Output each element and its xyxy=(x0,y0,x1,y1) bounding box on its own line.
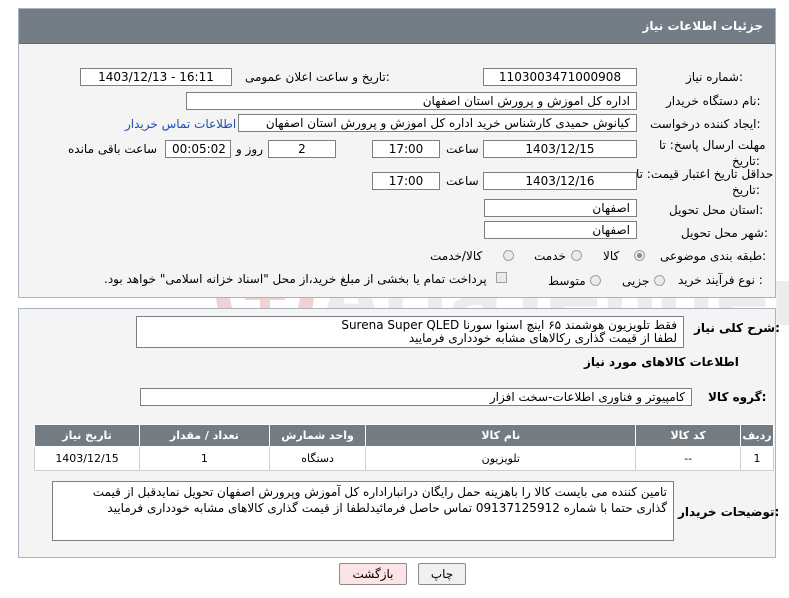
items-table: ردیف کد کالا نام کالا واحد شمارش تعداد /… xyxy=(33,424,774,471)
buyer-contact-link[interactable]: اطلاعات تماس خریدار xyxy=(125,117,236,131)
price-validity-time-label: ساعت xyxy=(446,174,479,188)
table-header-row: ردیف کد کالا نام کالا واحد شمارش تعداد /… xyxy=(33,424,774,447)
goods-group-label: گروه کالا: xyxy=(708,390,767,404)
time-remaining-label: ساعت باقی مانده xyxy=(68,142,158,156)
price-validity-time-field: 17:00 xyxy=(372,172,440,190)
days-remaining-field: 2 xyxy=(268,140,336,158)
purchase-medium-label: متوسط xyxy=(548,274,586,288)
col-unit: واحد شمارش xyxy=(268,424,367,447)
category-goods-service-label: کالا/خدمت xyxy=(430,249,483,263)
description-field: فقط تلویزیون هوشمند ۶۵ اینچ اسنوا سورنا … xyxy=(136,316,684,348)
reply-time-field: 17:00 xyxy=(372,140,440,158)
goods-group-field: کامپیوتر و فناوری اطلاعات-سخت افزار xyxy=(140,388,692,406)
announce-datetime-field: 1403/12/13 - 16:11 xyxy=(80,68,232,86)
category-label: طبقه بندی موضوعی: xyxy=(660,249,767,263)
buyer-notes-label: توضیحات خریدار: xyxy=(678,505,780,519)
delivery-city-field: اصفهان xyxy=(484,221,637,239)
description-label: شرح کلی نیاز: xyxy=(694,321,780,335)
col-row-number: ردیف xyxy=(740,424,774,447)
price-validity-date-field: 1403/12/16 xyxy=(483,172,637,190)
buyer-org-field: اداره کل اموزش و پرورش استان اصفهان xyxy=(186,92,637,110)
days-label: روز و xyxy=(236,142,263,156)
reply-deadline-label: مهلت ارسال پاسخ: تا xyxy=(659,138,766,152)
table-row: 1 -- تلویزیون دستگاه 1 1403/12/15 xyxy=(33,446,774,471)
back-button[interactable]: بازگشت xyxy=(339,563,407,585)
buyer-notes-field: تامین کننده می بایست کالا را باهزینه حمل… xyxy=(52,481,674,541)
reply-time-label: ساعت xyxy=(446,142,479,156)
items-section-title: اطلاعات کالاهای مورد نیاز xyxy=(584,355,739,369)
purchase-type-label: نوع فرآیند خرید : xyxy=(678,273,763,287)
category-goods-service-radio[interactable] xyxy=(503,250,514,261)
panel-titlebar: جزئیات اطلاعات نیاز xyxy=(19,9,775,44)
announce-datetime-label: تاریخ و ساعت اعلان عمومی: xyxy=(245,70,390,84)
print-button[interactable]: چاپ xyxy=(418,563,466,585)
category-goods-radio[interactable] xyxy=(634,250,645,261)
delivery-province-field: اصفهان xyxy=(484,199,637,217)
delivery-city-label: شهر محل تحویل: xyxy=(681,226,768,240)
requester-field: کیانوش حمیدی کارشناس خرید اداره کل اموزش… xyxy=(238,114,637,132)
col-quantity: تعداد / مقدار xyxy=(139,424,270,447)
cell-quantity: 1 xyxy=(139,446,270,471)
time-remaining-field: 00:05:02 xyxy=(165,140,231,158)
purchase-minor-label: جزیی xyxy=(622,274,650,288)
cell-unit: دستگاه xyxy=(268,446,367,471)
category-goods-label: کالا xyxy=(603,249,620,263)
cell-goods-code: -- xyxy=(635,446,742,471)
need-number-field: 1103003471000908 xyxy=(483,68,637,86)
reply-deadline-label-2: تاریخ: xyxy=(732,154,760,168)
purchase-medium-radio[interactable] xyxy=(590,275,601,286)
col-goods-name: نام کالا xyxy=(365,424,637,447)
col-need-date: تاریخ نیاز xyxy=(33,424,141,447)
requester-label: ایجاد کننده درخواست: xyxy=(650,117,761,131)
need-number-label: شماره نیاز: xyxy=(686,70,744,84)
purchase-minor-radio[interactable] xyxy=(654,275,665,286)
price-validity-label-2: تاریخ: xyxy=(732,183,760,197)
delivery-province-label: استان محل تحویل: xyxy=(669,203,764,217)
cell-goods-name: تلویزیون xyxy=(365,446,637,471)
treasury-payment-note: پرداخت تمام یا بخشی از مبلغ خرید،از محل … xyxy=(104,272,487,286)
reply-date-field: 1403/12/15 xyxy=(483,140,637,158)
price-validity-label: حداقل تاریخ اعتبار قیمت: تا xyxy=(636,167,774,181)
description-line-2: لطفا از قیمت گذاری رکالاهای مشابه خوددار… xyxy=(408,331,677,345)
category-service-radio[interactable] xyxy=(571,250,582,261)
buyer-org-label: نام دستگاه خریدار: xyxy=(666,94,761,108)
col-goods-code: کد کالا xyxy=(635,424,742,447)
cell-row-number: 1 xyxy=(740,446,774,471)
treasury-payment-checkbox[interactable] xyxy=(496,272,507,283)
page-title: جزئیات اطلاعات نیاز xyxy=(642,19,763,33)
category-service-label: خدمت xyxy=(534,249,566,263)
cell-need-date: 1403/12/15 xyxy=(33,446,141,471)
